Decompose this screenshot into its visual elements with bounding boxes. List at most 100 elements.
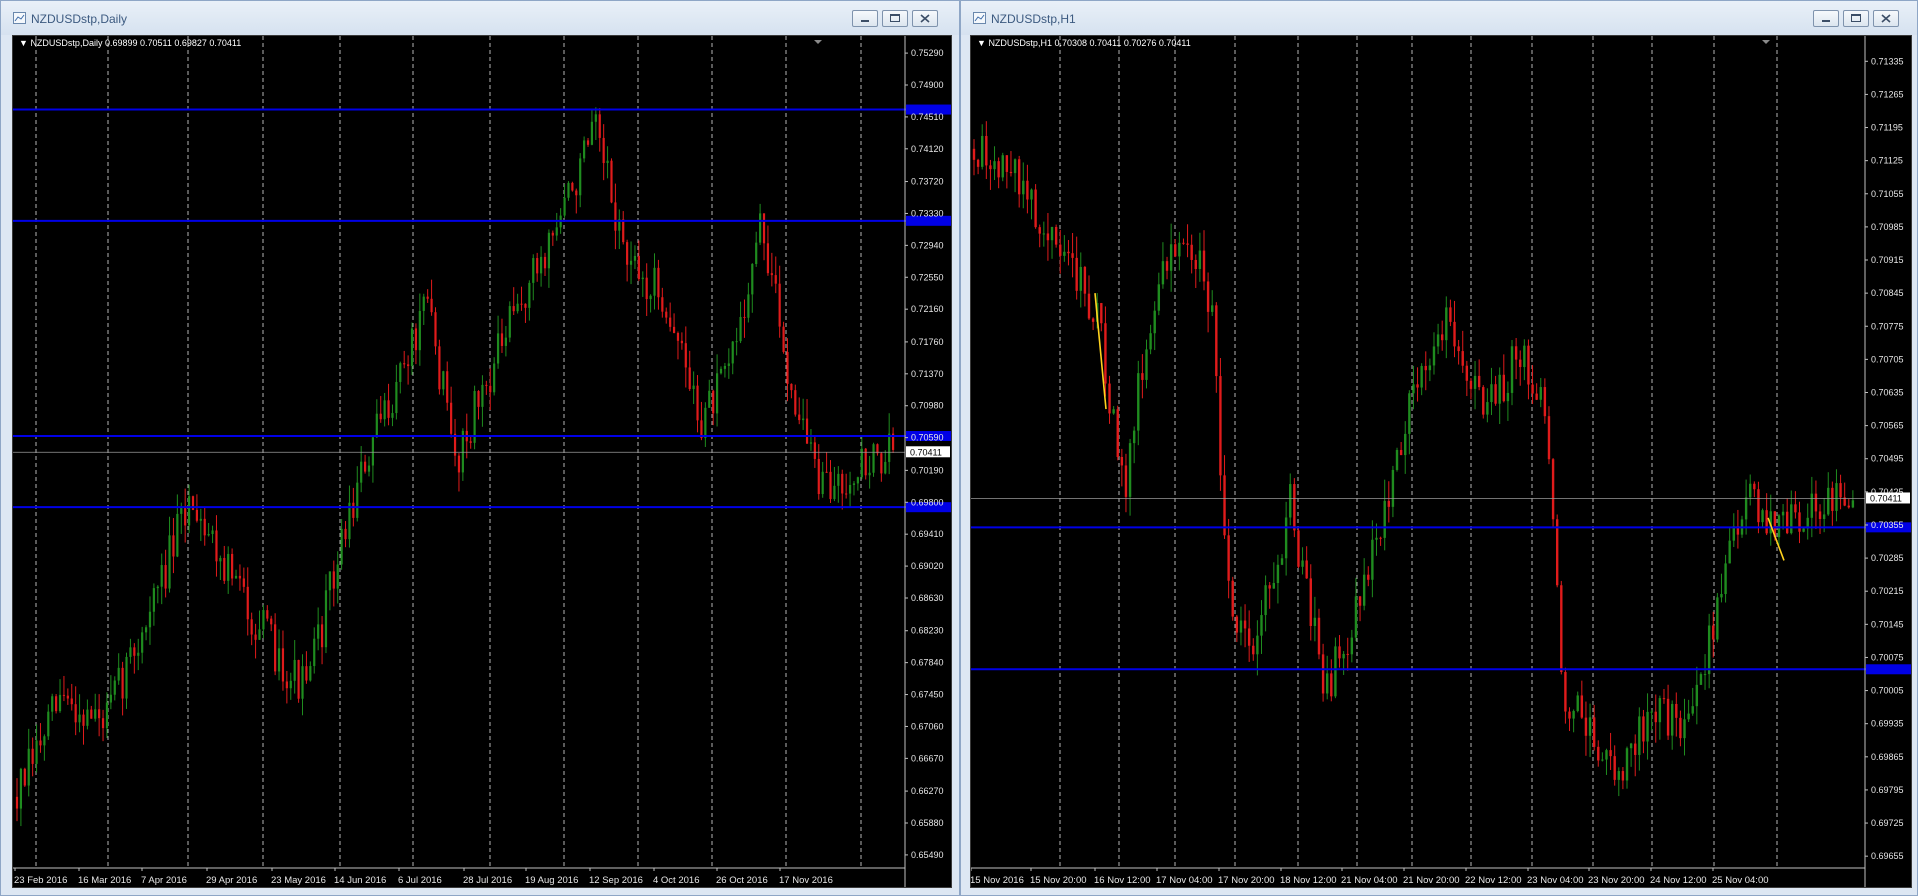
candle-body	[246, 586, 249, 620]
candle-body	[141, 632, 144, 653]
candle-body	[1523, 345, 1526, 368]
candle-body	[1305, 560, 1308, 579]
date-label: 23 May 2016	[271, 875, 326, 886]
candle-body	[1662, 698, 1666, 700]
candle-body	[1211, 305, 1214, 312]
candle-body	[1699, 674, 1703, 685]
candle-body	[1420, 365, 1423, 388]
candle-body	[848, 484, 852, 494]
candle-body	[1621, 771, 1625, 781]
candle-body	[1675, 703, 1678, 718]
candle-body	[985, 135, 988, 166]
candle-body	[723, 365, 727, 369]
chart-canvas[interactable]: 0.71335 0.71265 0.71195 0.71125 0.71055 0.709…	[971, 36, 1911, 887]
price-label: 0.68230	[911, 626, 944, 636]
candle-body	[1724, 563, 1727, 595]
candle-body	[66, 695, 69, 699]
close-button[interactable]	[912, 10, 938, 27]
chart-window-h1[interactable]: NZDUSDstp,H1 0.71335 0.71265 0.71195 0.7112…	[960, 0, 1918, 896]
candle-body	[1445, 307, 1448, 341]
candle-body	[1050, 226, 1054, 241]
price-label: 0.70845	[1871, 288, 1904, 298]
candle-body	[1198, 250, 1202, 270]
candle-body	[1313, 617, 1317, 627]
candle-body	[1703, 674, 1707, 676]
candle-body	[1506, 392, 1510, 402]
collapse-arrow-icon[interactable]: ▼	[19, 38, 28, 48]
candle-body	[1404, 433, 1407, 456]
price-label: 0.70915	[1871, 255, 1904, 265]
candle-body	[989, 165, 992, 170]
candle-body	[1482, 387, 1485, 415]
candle-body	[1436, 334, 1440, 347]
maximize-button[interactable]	[882, 10, 908, 27]
candle-body	[1794, 504, 1797, 513]
collapse-arrow-icon[interactable]: ▼	[977, 38, 986, 48]
candle-body	[1231, 580, 1234, 617]
candle-body	[418, 310, 421, 351]
candle-body	[446, 371, 449, 403]
candle-body	[101, 718, 105, 729]
candle-body	[133, 647, 136, 656]
candle-body	[1272, 583, 1276, 589]
candle-body	[1161, 261, 1165, 285]
candle-body	[184, 507, 187, 526]
candle-body	[1367, 574, 1370, 580]
date-label: 12 Sep 2016	[589, 875, 643, 886]
candle-body	[1564, 672, 1567, 712]
candle-body	[1149, 333, 1152, 350]
candle-body	[1510, 346, 1514, 393]
candle-body	[972, 148, 976, 160]
maximize-button[interactable]	[1843, 10, 1869, 27]
minimize-button[interactable]	[852, 10, 878, 27]
candle-body	[590, 121, 594, 145]
candle-body	[1822, 514, 1826, 519]
window-border	[961, 890, 1917, 895]
candle-body	[285, 681, 288, 689]
candle-body	[715, 373, 719, 414]
close-button[interactable]	[1873, 10, 1899, 27]
candle-body	[598, 114, 601, 138]
chart-window-daily[interactable]: NZDUSDstp,Daily 0.75290 0.74900 0.74510 0.7…	[0, 0, 960, 896]
candle-body	[712, 390, 715, 414]
candle-body	[496, 333, 500, 364]
candle-body	[1588, 717, 1592, 736]
candle-body	[704, 407, 707, 439]
candle-body	[1342, 653, 1345, 659]
candle-body	[762, 213, 766, 244]
candle-body	[731, 341, 734, 364]
candle-body	[223, 557, 226, 581]
price-chart[interactable]: 0.71335 0.71265 0.71195 0.71125 0.71055 0.709…	[970, 35, 1912, 888]
minimize-icon	[861, 20, 869, 22]
price-chart[interactable]: 0.75290 0.74900 0.74510 0.74120 0.73720 0.733…	[12, 35, 952, 888]
candle-body	[1079, 266, 1082, 291]
date-label: 28 Jul 2016	[463, 875, 512, 886]
window-titlebar[interactable]: NZDUSDstp,H1	[961, 1, 1917, 35]
candle-body	[782, 326, 785, 353]
candle-body	[1765, 510, 1768, 534]
candle-body	[407, 364, 410, 367]
date-label: 17 Nov 2016	[779, 875, 833, 886]
candle-body	[860, 448, 863, 478]
candle-body	[1227, 535, 1230, 581]
date-label: 19 Aug 2016	[525, 875, 578, 886]
price-label: 0.69020	[911, 561, 944, 571]
window-titlebar[interactable]: NZDUSDstp,Daily	[1, 1, 959, 35]
candle-body	[1009, 171, 1013, 174]
candle-body	[833, 485, 836, 500]
price-label: 0.70980	[911, 401, 944, 411]
candle-body	[653, 267, 656, 296]
chart-canvas[interactable]: 0.75290 0.74900 0.74510 0.74120 0.73720 0.733…	[13, 36, 951, 887]
date-label: 29 Apr 2016	[206, 875, 257, 886]
candle-body	[348, 502, 351, 540]
candle-body	[187, 496, 191, 526]
current-price-label: 0.70411	[910, 447, 942, 457]
price-label: 0.67450	[911, 690, 944, 700]
candle-body	[1375, 537, 1378, 540]
minimize-button[interactable]	[1813, 10, 1839, 27]
candle-body	[274, 624, 277, 672]
candle-body	[747, 294, 750, 318]
candle-body	[461, 430, 464, 473]
price-label: 0.72940	[911, 240, 944, 250]
candle-body	[1847, 505, 1850, 508]
